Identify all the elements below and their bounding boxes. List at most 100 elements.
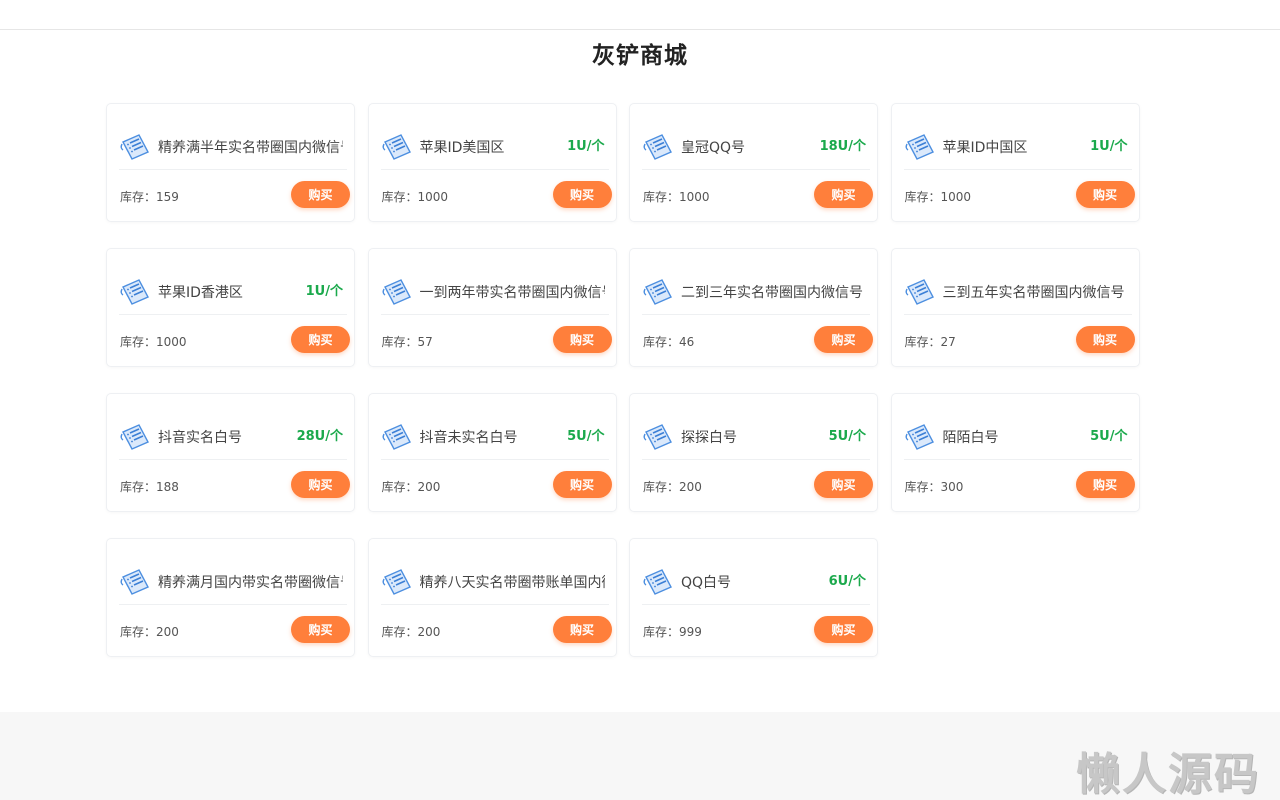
stock-value: 1000 bbox=[417, 190, 449, 204]
product-price: 5U/个 bbox=[828, 429, 866, 444]
buy-button[interactable]: 购买 bbox=[814, 326, 873, 353]
product-header: 苹果ID香港区 1U/个 bbox=[119, 275, 349, 309]
stock-info: 库存：188 bbox=[120, 478, 179, 495]
document-list-icon bbox=[381, 422, 413, 452]
product-header: 皇冠QQ号 18U/个 bbox=[642, 130, 872, 164]
buy-button[interactable]: 购买 bbox=[552, 181, 612, 208]
divider bbox=[119, 169, 347, 170]
stock-info: 库存：999 bbox=[643, 623, 702, 640]
product-header: 探探白号 5U/个 bbox=[642, 420, 872, 454]
divider bbox=[642, 459, 870, 460]
product-name: 苹果ID香港区 bbox=[158, 285, 243, 301]
product-price: 28U/个 bbox=[296, 429, 343, 444]
watermark: 懒人源码 bbox=[1076, 749, 1260, 800]
product-price: 1U/个 bbox=[305, 284, 343, 299]
product-header: QQ白号 6U/个 bbox=[642, 565, 872, 599]
product-name: 抖音未实名白号 bbox=[419, 430, 518, 446]
product-price: 5U/个 bbox=[1090, 429, 1128, 444]
stock-label: 库存： bbox=[643, 480, 680, 494]
product-header: 精养八天实名带圈带账单国内微信号 bbox=[381, 565, 611, 599]
buy-button[interactable]: 购买 bbox=[291, 471, 350, 498]
stock-info: 库存：1000 bbox=[382, 188, 449, 205]
product-name: 苹果ID中国区 bbox=[942, 140, 1028, 156]
stock-info: 库存：159 bbox=[120, 188, 179, 205]
buy-button[interactable]: 购买 bbox=[291, 616, 350, 643]
stock-value: 159 bbox=[156, 190, 179, 204]
product-card: 苹果ID美国区 1U/个库存：1000 购买 bbox=[367, 103, 617, 222]
product-card: 探探白号 5U/个库存：200 购买 bbox=[629, 393, 878, 512]
stock-label: 库存： bbox=[904, 335, 941, 349]
product-card: 皇冠QQ号 18U/个库存：1000 购买 bbox=[629, 103, 878, 222]
stock-value: 188 bbox=[156, 480, 179, 494]
stock-info: 库存：57 bbox=[382, 333, 433, 350]
product-card: 抖音未实名白号 5U/个库存：200 购买 bbox=[367, 393, 617, 512]
product-name: QQ白号 bbox=[681, 575, 732, 591]
stock-info: 库存：1000 bbox=[120, 333, 187, 350]
product-card: 苹果ID中国区 1U/个 库存：1000 购买 bbox=[890, 103, 1140, 222]
buy-button[interactable]: 购买 bbox=[814, 616, 873, 643]
divider bbox=[380, 604, 609, 605]
page-title: 灰铲商城 bbox=[592, 43, 688, 69]
stock-value: 57 bbox=[417, 335, 433, 349]
product-card: 抖音实名白号 28U/个库存：188 购买 bbox=[106, 393, 355, 512]
buy-button[interactable]: 购买 bbox=[814, 181, 873, 208]
document-list-icon bbox=[904, 422, 936, 452]
stock-value: 1000 bbox=[940, 190, 972, 204]
stock-info: 库存：200 bbox=[120, 623, 179, 640]
product-card: 精养满月国内带实名带圈微信号库存：200 购买 bbox=[106, 538, 355, 657]
divider bbox=[903, 459, 1132, 460]
product-card: 陌陌白号 5U/个库存：300 购买 bbox=[890, 393, 1140, 512]
product-name: 精养八天实名带圈带账单国内微信号 bbox=[419, 575, 605, 591]
buy-button[interactable]: 购买 bbox=[291, 181, 350, 208]
buy-button[interactable]: 购买 bbox=[1075, 326, 1135, 353]
product-header: 精养满半年实名带圈国内微信号 bbox=[119, 130, 349, 164]
product-card: 精养满半年实名带圈国内微信号库存：159 购买 bbox=[106, 103, 355, 222]
product-card: 二到三年实名带圈国内微信号 库存：46 购买 bbox=[629, 248, 878, 367]
stock-info: 库存：200 bbox=[643, 478, 702, 495]
stock-value: 999 bbox=[679, 625, 702, 639]
stock-value: 27 bbox=[940, 335, 956, 349]
buy-button[interactable]: 购买 bbox=[291, 326, 350, 353]
product-header: 三到五年实名带圈国内微信号 bbox=[904, 275, 1134, 309]
buy-button[interactable]: 购买 bbox=[1075, 471, 1135, 498]
buy-button[interactable]: 购买 bbox=[814, 471, 873, 498]
stock-info: 库存：300 bbox=[905, 478, 964, 495]
buy-button[interactable]: 购买 bbox=[552, 471, 612, 498]
product-name: 抖音实名白号 bbox=[158, 430, 242, 446]
stock-info: 库存：200 bbox=[382, 623, 441, 640]
divider bbox=[903, 314, 1132, 315]
document-list-icon bbox=[642, 567, 674, 597]
stock-info: 库存：200 bbox=[382, 478, 441, 495]
product-price: 5U/个 bbox=[567, 429, 605, 444]
product-name: 皇冠QQ号 bbox=[681, 140, 746, 156]
buy-button[interactable]: 购买 bbox=[552, 616, 612, 643]
document-list-icon bbox=[119, 422, 151, 452]
divider bbox=[642, 314, 870, 315]
buy-button[interactable]: 购买 bbox=[552, 326, 612, 353]
product-card: 一到两年带实名带圈国内微信号库存：57 购买 bbox=[367, 248, 617, 367]
stock-info: 库存：46 bbox=[643, 333, 694, 350]
stock-info: 库存：27 bbox=[905, 333, 956, 350]
product-card: QQ白号 6U/个库存：999 购买 bbox=[629, 538, 878, 657]
product-header: 抖音未实名白号 5U/个 bbox=[381, 420, 611, 454]
stock-value: 1000 bbox=[679, 190, 710, 204]
stock-label: 库存： bbox=[643, 190, 680, 204]
document-list-icon bbox=[119, 277, 151, 307]
divider bbox=[903, 169, 1132, 170]
product-name: 精养满月国内带实名带圈微信号 bbox=[158, 575, 343, 591]
product-name: 陌陌白号 bbox=[942, 430, 999, 446]
stock-label: 库存： bbox=[381, 625, 418, 639]
document-list-icon bbox=[119, 132, 151, 162]
product-name: 一到两年带实名带圈国内微信号 bbox=[419, 285, 605, 301]
buy-button[interactable]: 购买 bbox=[1075, 181, 1135, 208]
document-list-icon bbox=[381, 277, 413, 307]
divider bbox=[380, 459, 609, 460]
stock-label: 库存： bbox=[381, 335, 418, 349]
document-list-icon bbox=[119, 567, 151, 597]
product-header: 抖音实名白号 28U/个 bbox=[119, 420, 349, 454]
stock-value: 200 bbox=[417, 480, 441, 494]
stock-value: 200 bbox=[679, 480, 702, 494]
divider bbox=[642, 604, 870, 605]
product-header: 苹果ID美国区 1U/个 bbox=[381, 130, 611, 164]
stock-label: 库存： bbox=[120, 335, 157, 349]
